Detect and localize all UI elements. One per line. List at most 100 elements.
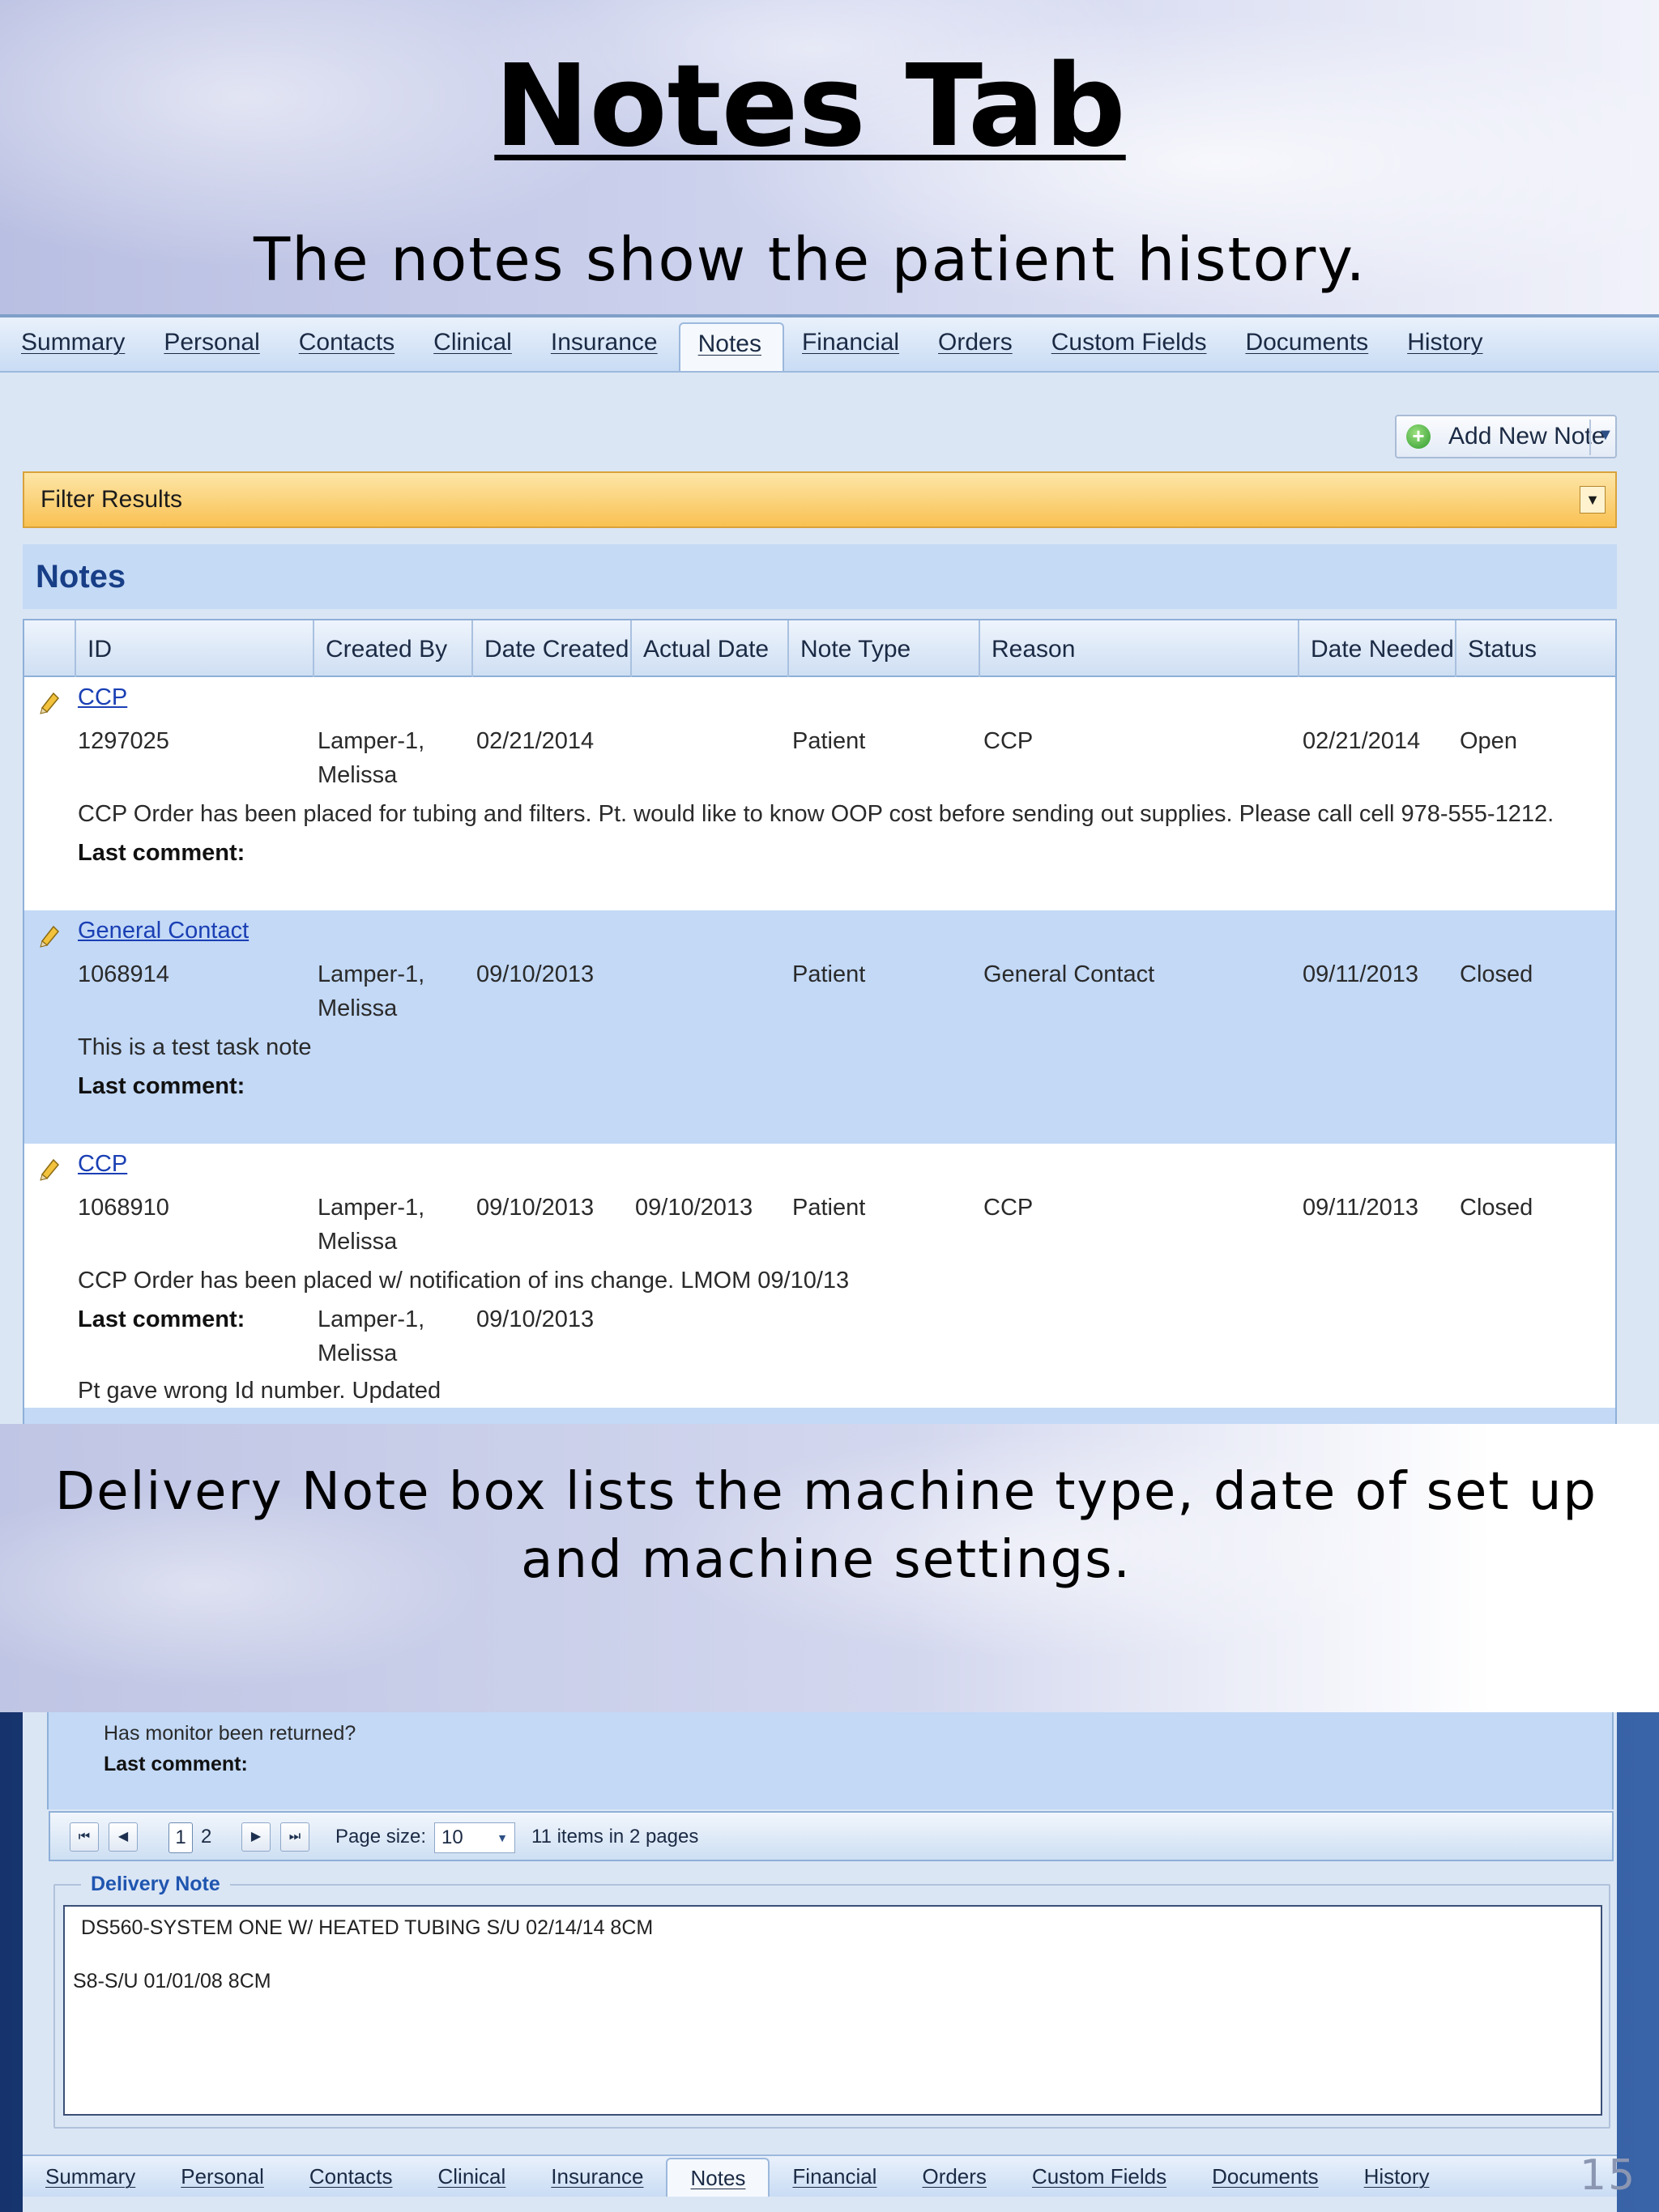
first-page-button[interactable]: ⏮ xyxy=(70,1822,99,1852)
note-actual-date: 09/10/2013 xyxy=(635,1195,753,1221)
page-size-select[interactable]: 10 ▼ xyxy=(434,1822,515,1853)
note-text: CCP Order has been placed for tubing and… xyxy=(78,801,1555,827)
chevron-down-icon[interactable]: ▼ xyxy=(497,1823,508,1852)
tab-financial[interactable]: Financial xyxy=(784,322,920,371)
tab-custom-fields[interactable]: Custom Fields xyxy=(1034,322,1228,371)
tab-bar: Summary Personal Contacts Clinical Insur… xyxy=(0,318,1659,373)
column-header-status[interactable]: Status xyxy=(1455,620,1615,677)
table-row xyxy=(24,1408,1615,1426)
tab-contacts[interactable]: Contacts xyxy=(281,322,416,371)
table-row: CCP 1297025 Lamper-1, Melissa 02/21/2014… xyxy=(24,677,1615,910)
table-row: CCP 1068910 Lamper-1, Melissa 09/10/2013… xyxy=(24,1144,1615,1408)
notes-section-title: Notes xyxy=(23,544,1617,609)
note-reason: CCP xyxy=(983,728,1034,754)
note-created-by-line1: Lamper-1, xyxy=(318,1195,425,1221)
delivery-note-textarea[interactable]: DS560-SYSTEM ONE W/ HEATED TUBING S/U 02… xyxy=(63,1905,1602,2116)
note-type: Patient xyxy=(792,961,866,987)
last-comment-label: Last comment: xyxy=(78,1073,245,1099)
add-new-note-label: Add New Note xyxy=(1448,423,1606,450)
tab-insurance[interactable]: Insurance xyxy=(533,322,679,371)
column-header-date-created[interactable]: Date Created xyxy=(471,620,630,677)
edit-pencil-icon[interactable] xyxy=(37,1157,62,1181)
delivery-note-legend: Delivery Note xyxy=(81,1873,230,1896)
last-comment-label: Last comment: xyxy=(78,1306,245,1332)
note-created-by-line2: Melissa xyxy=(318,1229,398,1255)
page-size-value: 10 xyxy=(441,1826,463,1848)
tab-insurance[interactable]: Insurance xyxy=(528,2158,666,2197)
notes-window: Summary Personal Contacts Clinical Insur… xyxy=(0,314,1659,1426)
grid-header: ID Created By Date Created Actual Date N… xyxy=(24,619,1615,677)
note-type: Patient xyxy=(792,728,866,754)
note-status: Open xyxy=(1460,728,1517,754)
tab-clinical[interactable]: Clinical xyxy=(415,2158,528,2197)
table-row: General Contact 1068914 Lamper-1, Meliss… xyxy=(24,910,1615,1144)
tab-documents[interactable]: Documents xyxy=(1227,322,1389,371)
filter-results-label: Filter Results xyxy=(41,486,183,513)
column-header-created-by[interactable]: Created By xyxy=(313,620,471,677)
tab-notes[interactable]: Notes xyxy=(678,322,784,371)
tab-summary[interactable]: Summary xyxy=(23,2158,158,2197)
tab-history[interactable]: History xyxy=(1341,2158,1452,2197)
add-icon: + xyxy=(1406,424,1431,449)
note-title-link[interactable]: General Contact xyxy=(78,914,249,948)
note-created-by-line2: Melissa xyxy=(318,995,398,1021)
grid-pager: ⏮ ◀ 1 2 ▶ ⏭ Page size: 10 ▼ 11 items in … xyxy=(49,1811,1614,1861)
note-created-by-line1: Lamper-1, xyxy=(318,961,425,987)
filter-results-bar[interactable]: Filter Results ▼ xyxy=(23,471,1617,528)
edit-pencil-icon[interactable] xyxy=(37,923,62,948)
tab-orders[interactable]: Orders xyxy=(920,322,1034,371)
note-title-link[interactable]: CCP xyxy=(78,680,127,714)
note-reason: General Contact xyxy=(983,961,1155,987)
tab-clinical[interactable]: Clinical xyxy=(416,322,533,371)
comment-text: Pt gave wrong Id number. Updated xyxy=(78,1378,441,1404)
tab-notes[interactable]: Notes xyxy=(666,2158,770,2197)
tab-orders[interactable]: Orders xyxy=(899,2158,1009,2197)
tab-personal[interactable]: Personal xyxy=(146,322,280,371)
notes-grid: ID Created By Date Created Actual Date N… xyxy=(23,619,1617,1426)
note-date-created: 02/21/2014 xyxy=(476,728,595,754)
chevron-down-icon[interactable]: ▼ xyxy=(1597,426,1614,445)
edit-pencil-icon[interactable] xyxy=(37,690,62,714)
comment-by-line2: Melissa xyxy=(318,1340,398,1366)
note-text: This is a test task note xyxy=(78,1034,312,1060)
note-status: Closed xyxy=(1460,961,1533,987)
add-new-note-button[interactable]: + Add New Note ▼ xyxy=(1395,415,1617,458)
column-header-note-type[interactable]: Note Type xyxy=(787,620,979,677)
tab-history[interactable]: History xyxy=(1389,322,1503,371)
slide-caption: Delivery Note box lists the machine type… xyxy=(55,1462,1597,1590)
next-page-button[interactable]: ▶ xyxy=(241,1822,271,1852)
column-header-date-needed[interactable]: Date Needed xyxy=(1298,620,1455,677)
column-header-reason[interactable]: Reason xyxy=(979,620,1298,677)
button-separator xyxy=(1589,420,1591,455)
note-title-link[interactable]: CCP xyxy=(78,1147,127,1181)
tab-contacts[interactable]: Contacts xyxy=(287,2158,416,2197)
note-date-created: 09/10/2013 xyxy=(476,961,595,987)
page-number[interactable]: 2 xyxy=(201,1822,211,1852)
note-created-by-line1: Lamper-1, xyxy=(318,728,425,754)
note-reason: CCP xyxy=(983,1195,1034,1221)
column-header-id[interactable]: ID xyxy=(75,620,313,677)
note-text: CCP Order has been placed w/ notificatio… xyxy=(78,1268,850,1294)
tab-personal[interactable]: Personal xyxy=(158,2158,287,2197)
note-id: 1068910 xyxy=(78,1195,169,1221)
note-date-needed: 09/11/2013 xyxy=(1303,961,1418,987)
note-text: Has monitor been returned? xyxy=(104,1722,356,1745)
tab-financial[interactable]: Financial xyxy=(770,2158,899,2197)
last-comment-label: Last comment: xyxy=(78,840,245,866)
expand-filter-icon[interactable]: ▼ xyxy=(1580,486,1606,514)
note-date-needed: 09/11/2013 xyxy=(1303,1195,1418,1221)
comment-date: 09/10/2013 xyxy=(476,1306,595,1332)
note-date-created: 09/10/2013 xyxy=(476,1195,595,1221)
note-type: Patient xyxy=(792,1195,866,1221)
tab-documents[interactable]: Documents xyxy=(1189,2158,1341,2197)
last-page-button[interactable]: ⏭ xyxy=(280,1822,309,1852)
note-date-needed: 02/21/2014 xyxy=(1303,728,1421,754)
slide-number: 15 xyxy=(1580,2151,1637,2200)
last-comment-label: Last comment: xyxy=(104,1753,248,1775)
page-number-current[interactable]: 1 xyxy=(168,1822,193,1853)
column-header-actual-date[interactable]: Actual Date xyxy=(630,620,787,677)
previous-page-button[interactable]: ◀ xyxy=(109,1822,138,1852)
tab-custom-fields[interactable]: Custom Fields xyxy=(1009,2158,1189,2197)
tab-summary[interactable]: Summary xyxy=(3,322,146,371)
slide-subtitle: The notes show the patient history. xyxy=(253,225,1367,295)
